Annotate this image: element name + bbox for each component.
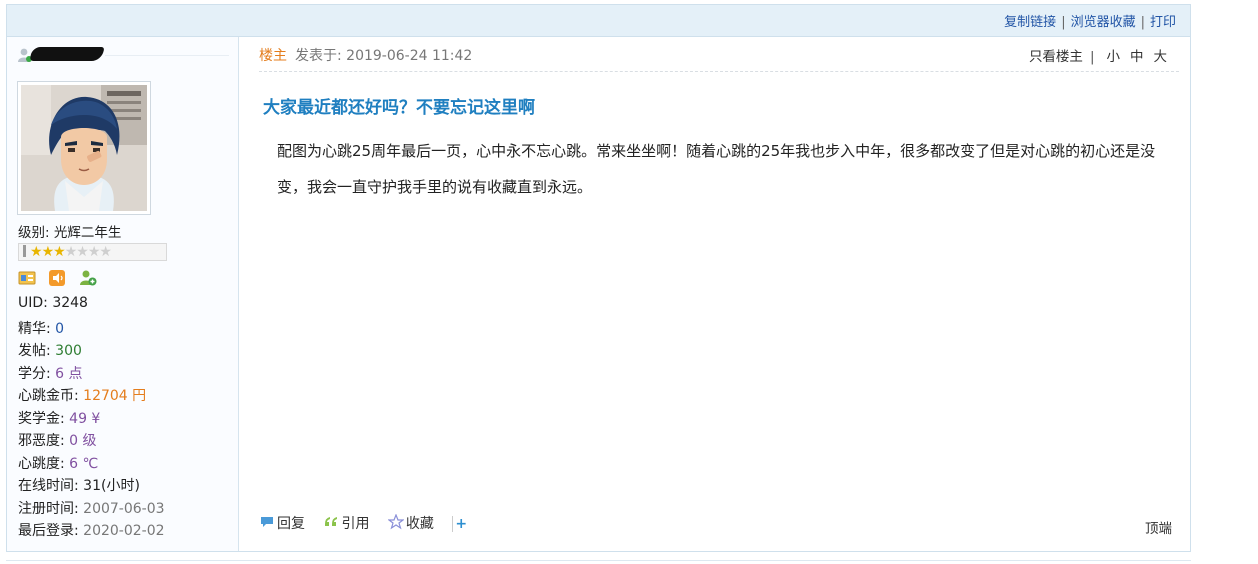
message-icon[interactable] <box>48 269 66 287</box>
star-empty-icon: ★ <box>64 244 78 260</box>
stat-heartbeat: 心跳度: 6 ℃ <box>18 453 98 473</box>
stat-label: 精华: <box>18 321 56 337</box>
browser-favorite-button[interactable]: 浏览器收藏 <box>1071 15 1136 30</box>
divider <box>105 55 229 56</box>
back-to-top-link[interactable]: 顶端 <box>1145 517 1172 537</box>
stat-label: 邪恶度: <box>18 433 70 449</box>
separator: | <box>1140 15 1145 30</box>
post-frame: 级别: 光辉二年生 ★★★★★★★ UID: 3248 精华: 0 发帖: 30… <box>6 36 1191 552</box>
star-icon: ★ <box>41 244 55 260</box>
star-icon <box>387 513 405 530</box>
stat-label: 注册时间: <box>18 501 84 517</box>
separator: | <box>1061 15 1066 30</box>
print-button[interactable]: 打印 <box>1150 15 1176 30</box>
star-icon: ★ <box>30 244 43 260</box>
stat-value: 300 <box>55 343 82 359</box>
stat-label: 心跳度: <box>18 456 70 472</box>
only-op-button[interactable]: 只看楼主 <box>1029 49 1083 65</box>
post-timestamp: 发表于: 2019-06-24 11:42 <box>295 48 473 64</box>
stat-value: 6 点 <box>55 366 83 382</box>
stat-label: 发帖: <box>18 343 56 359</box>
floor-label: 楼主 <box>259 48 287 64</box>
stat-value: 0 <box>55 321 65 337</box>
quote-icon <box>323 514 339 530</box>
separator: | <box>1089 49 1095 65</box>
post-title: 大家最近都还好吗？不要忘记这里啊 <box>263 98 535 118</box>
star-empty-icon: ★ <box>76 244 89 260</box>
reply-button[interactable]: 回复 <box>259 513 305 533</box>
reply-icon <box>259 514 275 530</box>
stat-value: 2007-06-03 <box>83 501 165 517</box>
post-main: 楼主 发表于: 2019-06-24 11:42 只看楼主 | 小中大 大家最近都还好… <box>240 37 1190 551</box>
stat-posts: 发帖: 300 <box>18 340 82 360</box>
stat-value: 0 级 <box>69 433 97 449</box>
star-empty-icon: ★ <box>87 244 101 260</box>
favorite-button[interactable]: 收藏 <box>387 513 434 533</box>
thread-toolbar: 复制链接 | 浏览器收藏 | 打印 <box>6 4 1191 36</box>
stat-credits: 学分: 6 点 <box>18 363 83 383</box>
stat-registered: 注册时间: 2007-06-03 <box>18 498 165 518</box>
stat-label: 最后登录: <box>18 523 84 539</box>
font-medium-button[interactable]: 中 <box>1130 49 1144 65</box>
stat-label: 奖学金: <box>18 411 70 427</box>
stat-label: 在线时间: <box>18 478 84 494</box>
stat-value: 6 ℃ <box>69 456 99 472</box>
stat-label: 心跳金币: <box>18 388 84 404</box>
post-body: 配图为心跳25周年最后一页，心中永不忘心跳。常来坐坐啊！随着心跳的25年我也步入… <box>277 142 1156 196</box>
divider <box>259 71 1179 72</box>
stat-value: 31(小时) <box>83 478 140 494</box>
stat-value: 2020-02-02 <box>83 523 165 539</box>
rank-bar-icon <box>23 245 26 257</box>
user-sidebar: 级别: 光辉二年生 ★★★★★★★ UID: 3248 精华: 0 发帖: 30… <box>7 37 239 551</box>
stat-gold: 心跳金币: 12704 円 <box>18 385 146 405</box>
profile-card-icon[interactable] <box>18 269 36 287</box>
redacted-username <box>29 47 105 61</box>
favorite-label: 收藏 <box>405 516 434 532</box>
post-meta: 楼主 发表于: 2019-06-24 11:42 <box>259 45 472 65</box>
stat-uid: UID: 3248 <box>18 295 88 311</box>
post-actions: 回复 引用 收藏 + <box>259 513 468 533</box>
rank-stars: ★★★★★★★ <box>18 243 167 261</box>
user-action-icons <box>18 269 105 289</box>
post-tools: 只看楼主 | 小中大 <box>1029 45 1172 65</box>
more-actions-plus-icon[interactable]: + <box>452 516 468 532</box>
font-small-button[interactable]: 小 <box>1107 49 1121 65</box>
quote-label: 引用 <box>341 516 370 532</box>
stat-scholarship: 奖学金: 49 ¥ <box>18 408 100 428</box>
user-name-row <box>17 45 229 65</box>
add-friend-icon[interactable] <box>79 269 97 287</box>
star-icon: ★ <box>53 244 66 260</box>
stat-label: 学分: <box>18 366 56 382</box>
star-empty-icon: ★ <box>99 244 112 260</box>
stat-value: 3248 <box>52 295 88 311</box>
stat-value: 12704 円 <box>83 388 147 404</box>
stat-value: 49 ¥ <box>69 411 101 427</box>
reply-label: 回复 <box>277 516 305 532</box>
avatar-image <box>21 85 147 211</box>
stat-last-login: 最后登录: 2020-02-02 <box>18 520 165 540</box>
divider <box>6 560 1191 561</box>
thread-links: 复制链接 | 浏览器收藏 | 打印 <box>1004 11 1176 30</box>
avatar[interactable] <box>17 81 151 215</box>
font-large-button[interactable]: 大 <box>1154 49 1168 65</box>
copy-link-button[interactable]: 复制链接 <box>1004 15 1056 30</box>
quote-button[interactable]: 引用 <box>323 513 369 533</box>
stat-evil: 邪恶度: 0 级 <box>18 430 97 450</box>
stat-digest: 精华: 0 <box>18 318 64 338</box>
stat-online-time: 在线时间: 31(小时) <box>18 475 140 495</box>
user-level: 级别: 光辉二年生 <box>18 225 122 241</box>
stat-label: UID: <box>18 295 53 311</box>
